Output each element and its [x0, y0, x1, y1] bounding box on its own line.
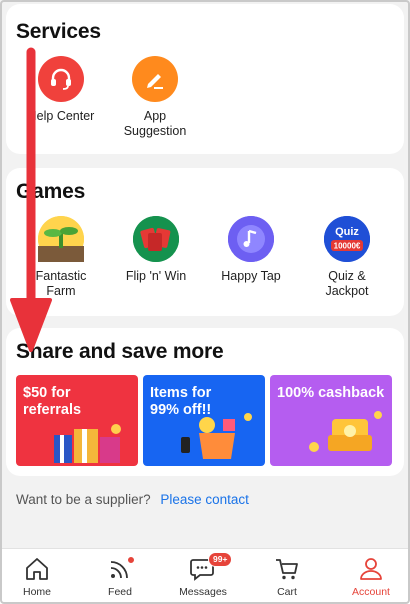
tab-messages-label: Messages	[179, 586, 227, 598]
tab-feed[interactable]: Feed	[85, 555, 155, 598]
music-note-icon	[228, 216, 274, 262]
cashback-promo-text: 100% cashback	[277, 385, 385, 401]
share-title: Share and save more	[16, 340, 224, 363]
help-center-tile[interactable]: Help Center	[16, 56, 106, 124]
messages-count-badge: 99+	[208, 552, 233, 567]
person-icon	[336, 555, 406, 583]
tab-cart[interactable]: Cart	[252, 555, 322, 598]
supplier-prompt: Want to be a supplier? Please contact	[16, 492, 249, 507]
quiz-icon: Quiz 10000€	[324, 216, 370, 262]
please-contact-link[interactable]: Please contact	[160, 492, 249, 507]
referrals-promo-card[interactable]: $50 for referrals	[16, 375, 138, 466]
discount-promo-text: Items for 99% off!!	[150, 385, 212, 418]
chat-icon: 99+	[168, 552, 238, 583]
headset-icon	[38, 56, 84, 102]
app-suggestion-label: App Suggestion	[123, 109, 187, 138]
quiz-jackpot-label: Quiz & Jackpot	[325, 269, 369, 298]
feed-icon	[85, 555, 155, 583]
tab-account[interactable]: Account	[336, 555, 406, 598]
quiz-badge-top: Quiz	[335, 226, 359, 238]
feed-notification-dot	[127, 556, 135, 564]
quiz-badge-bottom: 10000€	[334, 242, 361, 251]
tab-home-label: Home	[22, 586, 51, 598]
home-icon	[2, 555, 72, 583]
share-section: Share and save more $50 for referrals It…	[6, 328, 404, 476]
cards-icon	[133, 216, 179, 262]
happy-tap-tile[interactable]: Happy Tap	[206, 216, 296, 284]
flip-n-win-label: Flip 'n' Win	[125, 269, 187, 283]
cashback-promo-card[interactable]: 100% cashback	[270, 375, 392, 466]
help-center-label: Help Center	[27, 109, 95, 123]
cart-icon	[252, 555, 322, 583]
quiz-jackpot-tile[interactable]: Quiz 10000€ Quiz & Jackpot	[302, 216, 392, 299]
tab-feed-label: Feed	[108, 586, 132, 598]
tab-account-label: Account	[352, 586, 390, 598]
bottom-tab-bar: Home Feed 99+ Messages Cart Account	[0, 548, 410, 604]
tab-messages[interactable]: 99+ Messages	[168, 552, 238, 598]
plant-icon	[38, 216, 84, 262]
services-section: Services Help Center App Suggestion	[6, 4, 404, 154]
services-title: Services	[16, 20, 101, 43]
referrals-promo-text: $50 for referrals	[23, 385, 82, 418]
tab-home[interactable]: Home	[2, 555, 72, 598]
fantastic-farm-label: Fantastic Farm	[35, 269, 87, 298]
fantastic-farm-tile[interactable]: Fantastic Farm	[16, 216, 106, 299]
discount-promo-card[interactable]: Items for 99% off!!	[143, 375, 265, 466]
pencil-icon	[132, 56, 178, 102]
games-section: Games Fantastic Farm Flip 'n' Win Happy …	[6, 168, 404, 316]
games-title: Games	[16, 180, 86, 203]
tab-cart-label: Cart	[277, 586, 297, 598]
app-suggestion-tile[interactable]: App Suggestion	[110, 56, 200, 139]
happy-tap-label: Happy Tap	[221, 269, 281, 283]
flip-n-win-tile[interactable]: Flip 'n' Win	[111, 216, 201, 284]
supplier-prompt-text: Want to be a supplier?	[16, 492, 151, 507]
